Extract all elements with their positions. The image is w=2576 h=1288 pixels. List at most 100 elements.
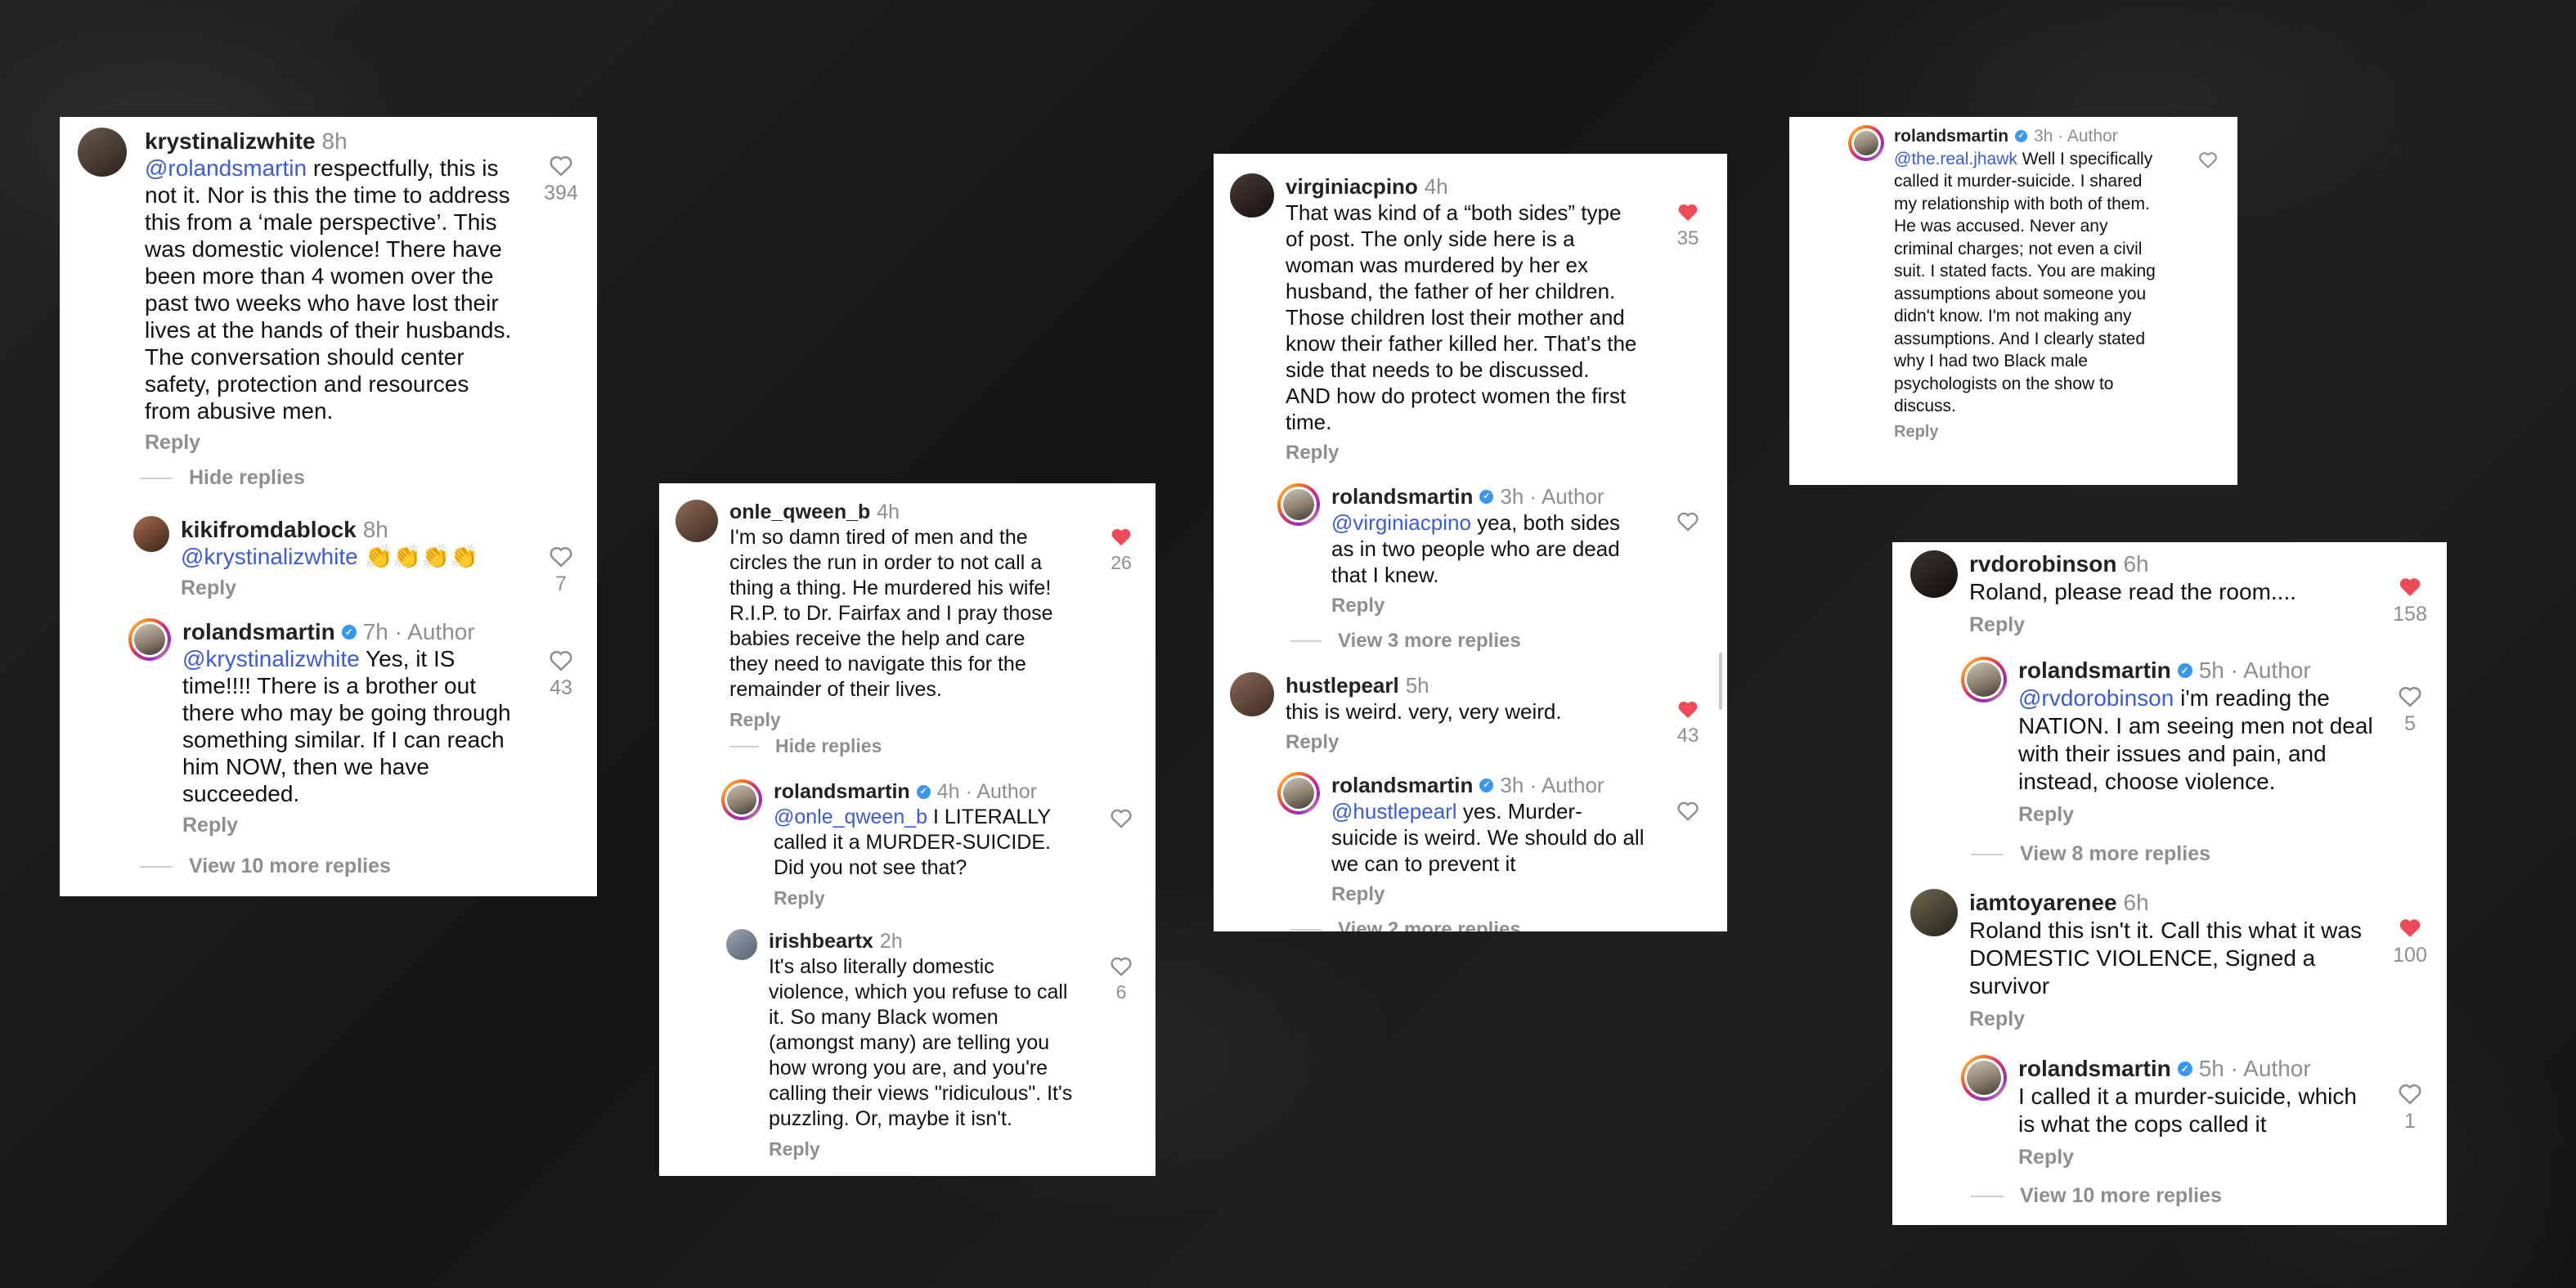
reply-button[interactable]: Reply	[774, 886, 825, 911]
like-count: 6	[1115, 981, 1127, 1003]
reply-button[interactable]: Reply	[1969, 1005, 2025, 1033]
username[interactable]: rolandsmartin	[182, 618, 335, 645]
heart-outline-icon	[550, 651, 572, 671]
reply-button[interactable]: Reply	[1331, 593, 1384, 619]
comment-card-5: rvdorobinson 6h Roland, please read the r…	[1892, 542, 2447, 1225]
view-more-replies-button[interactable]: View 3 more replies	[1290, 630, 1521, 653]
like-button[interactable]: 35	[1665, 201, 1711, 250]
mention[interactable]: @virginiacpino	[1331, 510, 1471, 535]
username[interactable]: rolandsmartin	[1331, 483, 1473, 509]
like-button[interactable]: 7	[536, 545, 586, 596]
avatar[interactable]	[1961, 657, 2007, 702]
mention[interactable]: @krystinalizwhite	[182, 646, 360, 671]
heart-outline-icon	[2399, 1084, 2421, 1105]
like-button[interactable]: 6	[1099, 955, 1143, 1003]
comment-body: respectfully, this is not it. Nor is thi…	[145, 155, 512, 424]
comment: onle_qween_b 4h I'm so damn tired of men …	[675, 500, 1068, 733]
mention[interactable]: @krystinalizwhite	[181, 544, 358, 569]
reply-button[interactable]: Reply	[2018, 801, 2074, 828]
avatar[interactable]	[726, 929, 757, 960]
comment-text: @the.real.jhawk Well I specifically call…	[1894, 148, 2159, 418]
like-button[interactable]	[1099, 807, 1143, 828]
mention[interactable]: @rolandsmartin	[145, 155, 307, 181]
reply-button[interactable]: Reply	[145, 429, 200, 456]
reply-button[interactable]: Reply	[1286, 729, 1339, 756]
avatar[interactable]	[128, 618, 171, 661]
reply-button[interactable]: Reply	[729, 707, 781, 733]
comment-text: this is weird. very, very weird.	[1286, 699, 1562, 724]
reply-comment: irishbeartx 2h It's also literally domest…	[726, 929, 1078, 1162]
like-count: 35	[1676, 227, 1699, 249]
like-button[interactable]: 43	[1665, 698, 1711, 747]
reply-button[interactable]: Reply	[769, 1137, 820, 1162]
avatar[interactable]	[78, 128, 127, 177]
avatar[interactable]	[1277, 483, 1320, 526]
username[interactable]: rolandsmartin	[774, 779, 910, 805]
avatar[interactable]	[1277, 772, 1320, 815]
like-count: 1	[2404, 1110, 2416, 1133]
comment-header: krystinalizwhite 8h	[145, 128, 519, 155]
avatar[interactable]	[1848, 125, 1884, 161]
comment-body: 👏👏👏👏	[357, 544, 478, 569]
scrollbar[interactable]	[1719, 653, 1722, 710]
mention[interactable]: @rvdorobinson	[2018, 685, 2174, 711]
like-button[interactable]	[2190, 150, 2226, 168]
like-button[interactable]: 394	[536, 154, 586, 205]
reply-button[interactable]: Reply	[181, 575, 236, 602]
avatar[interactable]	[133, 516, 169, 552]
username[interactable]: rolandsmartin	[2018, 1055, 2171, 1083]
view-more-replies-button[interactable]: View 8 more replies	[1971, 842, 2210, 866]
hide-replies-button[interactable]: Hide replies	[140, 466, 305, 490]
timestamp: 3h · Author	[1500, 773, 1604, 797]
reply-button[interactable]: Reply	[1331, 882, 1384, 908]
like-button[interactable]: 26	[1099, 526, 1143, 574]
hide-replies-button[interactable]: Hide replies	[729, 735, 882, 757]
like-button[interactable]	[1665, 510, 1711, 532]
avatar[interactable]	[1230, 173, 1274, 218]
hide-replies-label: Hide replies	[775, 735, 882, 756]
mention[interactable]: @onle_qween_b	[774, 806, 927, 828]
reply-button[interactable]: Reply	[1286, 440, 1339, 466]
timestamp: 7h · Author	[362, 619, 475, 644]
avatar[interactable]	[1910, 550, 1958, 598]
username[interactable]: hustlepearl	[1286, 672, 1399, 698]
username[interactable]: rolandsmartin	[1331, 772, 1473, 798]
username[interactable]: virginiacpino	[1286, 173, 1418, 200]
avatar[interactable]	[1961, 1055, 2007, 1101]
reply-button[interactable]: Reply	[2018, 1143, 2074, 1171]
avatar[interactable]	[675, 500, 718, 542]
avatar[interactable]	[1230, 672, 1274, 716]
reply-button[interactable]: Reply	[182, 812, 238, 839]
reply-button[interactable]: Reply	[1969, 611, 2025, 639]
username[interactable]: irishbeartx	[769, 929, 873, 954]
like-button[interactable]	[1665, 800, 1711, 821]
comment-text: That was kind of a “both sides” type of …	[1286, 200, 1637, 434]
heart-filled-icon	[1678, 701, 1698, 719]
username[interactable]: iamtoyarenee	[1969, 889, 2117, 917]
like-button[interactable]: 158	[2385, 575, 2435, 626]
username[interactable]: rvdorobinson	[1969, 550, 2116, 578]
avatar[interactable]	[721, 779, 762, 820]
mention[interactable]: @hustlepearl	[1331, 799, 1457, 824]
comment: hustlepearl 5h this is weird. very, very …	[1230, 672, 1639, 756]
like-button[interactable]: 100	[2385, 916, 2435, 967]
mention[interactable]: @the.real.jhawk	[1894, 150, 2017, 168]
username[interactable]: krystinalizwhite	[145, 128, 316, 155]
username[interactable]: kikifromdablock	[181, 516, 357, 543]
view-more-replies-button[interactable]: View 2 more replies	[1290, 918, 1521, 931]
username[interactable]: rolandsmartin	[1894, 125, 2008, 148]
view-more-replies-button[interactable]: View 10 more replies	[140, 855, 391, 878]
avatar[interactable]	[1910, 889, 1958, 936]
reply-button[interactable]: Reply	[1894, 421, 1938, 444]
like-button[interactable]: 43	[536, 648, 586, 700]
view-more-replies-button[interactable]: View 10 more replies	[1971, 1184, 2222, 1208]
view-more-replies-label: View 10 more replies	[189, 855, 391, 877]
comment-text: Roland this isn't it. Call this what it …	[1969, 918, 2362, 999]
username[interactable]: onle_qween_b	[729, 500, 870, 525]
like-button[interactable]: 1	[2385, 1082, 2435, 1133]
reply-comment: rolandsmartin ✓ 7h · Author @krystinalizwh…	[128, 618, 529, 839]
username[interactable]: rolandsmartin	[2018, 657, 2171, 684]
like-count: 26	[1111, 552, 1132, 573]
comment: krystinalizwhite 8h @rolandsmartin respe…	[78, 128, 519, 456]
like-button[interactable]: 5	[2385, 684, 2435, 736]
